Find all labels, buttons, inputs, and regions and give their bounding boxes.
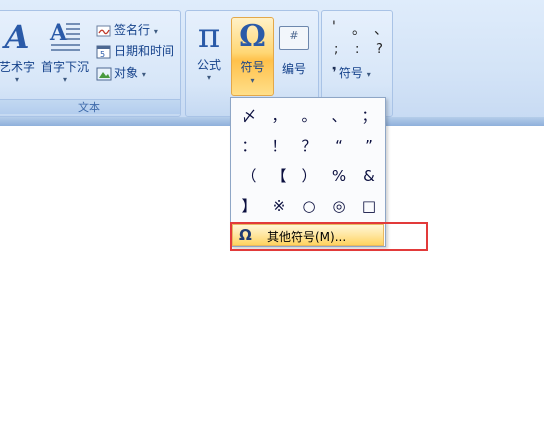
dropcap-dropdown-arrow: ▾ xyxy=(62,75,67,84)
svg-text:A: A xyxy=(49,20,68,46)
number-label: 编号 xyxy=(281,62,306,76)
date-time-button[interactable]: 5 日期和时间 xyxy=(96,41,174,61)
symbol-cell[interactable]: ） xyxy=(294,161,324,191)
dropcap-label: 首字下沉 xyxy=(40,60,89,74)
quick-symbol[interactable]: 、 xyxy=(374,19,388,39)
symbol-cell[interactable]: 、 xyxy=(324,101,354,131)
special-symbols-quick: ' 。 、 ; : ? xyxy=(326,17,388,63)
signature-icon xyxy=(96,24,112,38)
quick-symbol[interactable]: ; xyxy=(334,42,338,57)
symbol-cell[interactable]: ○ xyxy=(294,191,324,221)
symbol-dropdown-arrow: ▾ xyxy=(250,76,255,85)
symbol-button[interactable]: Ω 符号 ▾ xyxy=(231,17,274,96)
dropcap-button[interactable]: A 首字下沉 ▾ xyxy=(40,20,90,84)
symbol-menu-dropdown-arrow: ▾ xyxy=(366,70,371,79)
quick-symbol[interactable]: : xyxy=(355,42,359,57)
svg-text:5: 5 xyxy=(100,50,105,59)
equation-label: 公式 xyxy=(196,58,221,72)
number-hash-glyph: # xyxy=(289,29,299,42)
symbol-cell[interactable]: ， xyxy=(264,101,294,131)
symbol-cell[interactable]: “ xyxy=(324,131,354,161)
signature-line-label: 签名行 xyxy=(114,23,151,37)
equation-dropdown-arrow: ▾ xyxy=(206,73,211,82)
quick-symbol[interactable]: 。 xyxy=(352,19,366,39)
dropcap-icon: A xyxy=(48,20,82,54)
calendar-icon: 5 xyxy=(96,45,112,59)
symbol-cell[interactable]: & xyxy=(354,161,384,191)
symbol-menu-label: 符号 xyxy=(338,66,363,80)
wordart-label: 艺术字 xyxy=(0,60,35,74)
wordart-dropdown-arrow: ▾ xyxy=(14,75,19,84)
quick-symbol[interactable]: ? xyxy=(376,42,383,57)
symbol-cell[interactable]: ！ xyxy=(264,131,294,161)
object-icon xyxy=(96,67,112,81)
text-group-label: 文本 xyxy=(0,99,180,114)
pi-icon: π xyxy=(197,16,221,56)
symbol-menu-button[interactable]: ❜ 符号 ▾ xyxy=(332,63,371,83)
symbol-cell[interactable]: ※ xyxy=(264,191,294,221)
symbol-cell[interactable]: ◎ xyxy=(324,191,354,221)
wordart-button[interactable]: A 艺术字 ▾ xyxy=(0,20,36,84)
signature-dropdown-arrow: ▾ xyxy=(153,27,158,36)
date-time-label: 日期和时间 xyxy=(114,44,175,58)
symbol-cell[interactable]: □ xyxy=(354,191,384,221)
symbol-cell[interactable]: ： xyxy=(234,131,264,161)
signature-line-button[interactable]: 签名行 ▾ xyxy=(96,20,158,40)
object-button[interactable]: 对象 ▾ xyxy=(96,63,146,83)
equation-button[interactable]: π 公式 ▾ xyxy=(189,18,229,82)
quick-symbol[interactable]: ' xyxy=(332,19,336,35)
symbol-label: 符号 xyxy=(240,60,265,74)
symbol-cell[interactable]: % xyxy=(324,161,354,191)
symbol-cell[interactable]: 〆 xyxy=(234,101,264,131)
symbol-cell[interactable]: 【 xyxy=(264,161,294,191)
symbol-cell[interactable]: ？ xyxy=(294,131,324,161)
number-icon: # xyxy=(279,26,309,50)
symbol-cell[interactable]: ； xyxy=(354,101,384,131)
omega-icon: Ω xyxy=(239,19,266,54)
number-button[interactable]: # 编号 xyxy=(276,20,312,77)
highlight-box xyxy=(230,222,428,251)
quote-icon: ❜ xyxy=(332,65,337,81)
wordart-icon: A xyxy=(4,18,30,56)
symbol-cell[interactable]: 。 xyxy=(294,101,324,131)
symbol-cell[interactable]: ” xyxy=(354,131,384,161)
symbol-cell[interactable]: 】 xyxy=(234,191,264,221)
object-label: 对象 xyxy=(114,66,139,80)
object-dropdown-arrow: ▾ xyxy=(141,70,146,79)
symbol-cell[interactable]: （ xyxy=(234,161,264,191)
